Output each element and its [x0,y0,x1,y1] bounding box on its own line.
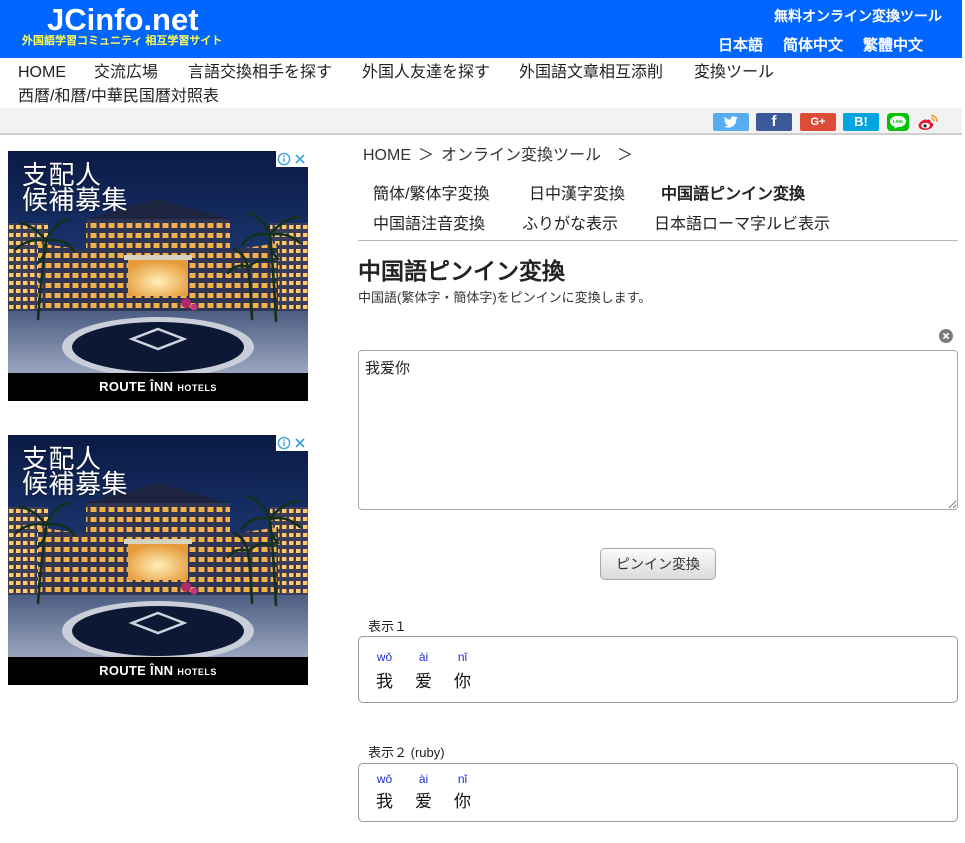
twitter-share-button[interactable] [713,113,749,131]
ad-choices-badge [276,151,308,167]
pinyin-result-box: wǒ 我 ài 爱 nǐ 你 [358,636,958,703]
tab-furigana[interactable]: ふりがな表示 [522,215,618,235]
google-plus-share-button[interactable]: G+ [800,113,836,131]
pinyin-token: ài 爱 [404,649,443,693]
clear-icon[interactable] [939,329,953,343]
facebook-icon: f [771,113,777,130]
close-icon[interactable] [292,435,308,451]
site-tagline: 外国語学習コミュニティ 相互学習サイト [22,35,223,47]
ruby-token: wǒ 我 [365,771,404,813]
pinyin-reading: ài [418,650,429,664]
tab-chinese-pinyin[interactable]: 中国語ピンイン変換 [661,185,805,205]
ad-headline-line: 候補募集 [22,186,129,216]
page-description: 中国語(繁体字・簡体字)をピンインに変換します。 [358,290,652,305]
language-japanese-link[interactable]: 日本語 [718,37,763,55]
hatena-bookmark-share-button[interactable]: B! [843,113,879,131]
site-header: JCinfo.net 外国語学習コミュニティ 相互学習サイト 無料オンライン変換… [0,0,962,58]
ad-brand-logo: ROUTE ÎNN [99,379,174,394]
breadcrumb-home[interactable]: HOME [363,146,411,166]
hatena-bookmark-icon: B! [854,114,868,129]
ad-brand-suffix: HOTELS [177,667,217,677]
ruby-base-character: 爱 [415,792,432,811]
share-bar: f G+ B! LINE [0,108,962,135]
ad-headline: 支配人 候補募集 [22,163,129,216]
ad-headline: 支配人 候補募集 [22,447,129,500]
site-logo[interactable]: JCinfo.net [47,3,199,37]
advertisement-banner[interactable]: 支配人 候補募集 ROUTE ÎNN HOTELS [8,151,308,401]
advertisement-banner[interactable]: 支配人 候補募集 ROUTE ÎNN HOTELS [8,435,308,685]
pinyin-reading: wǒ [376,650,393,664]
tab-romaji-ruby[interactable]: 日本語ローマ字ルビ表示 [654,215,830,235]
ad-brand-logo: ROUTE ÎNN [99,663,174,678]
info-icon[interactable] [276,435,292,451]
convert-to-pinyin-button[interactable]: ピンイン変換 [600,548,716,580]
hanzi-character: 爱 [415,672,432,691]
breadcrumb-separator: ＞ [418,147,435,164]
result-label: 表示２ (ruby) [368,745,445,760]
ruby-token: nǐ 你 [443,771,482,813]
page-title: 中国語ピンイン変換 [358,258,565,284]
twitter-icon [724,116,738,128]
weibo-icon [918,114,938,130]
nav-home[interactable]: HOME [18,63,66,83]
breadcrumb-online-tools[interactable]: オンライン変換ツール [441,146,601,166]
tab-japanese-chinese-kanji[interactable]: 日中漢字変換 [529,185,625,205]
line-share-button[interactable]: LINE [887,113,909,131]
svg-text:LINE: LINE [893,119,903,124]
breadcrumb-separator: ＞ [617,147,634,164]
nav-conversion-tools[interactable]: 変換ツール [694,63,774,83]
main-nav: HOME 交流広場 言語交換相手を探す 外国人友達を探す 外国語文章相互添削 変… [0,58,962,108]
ruby-result-box: wǒ 我 ài 爱 nǐ 你 [358,763,958,822]
tab-chinese-zhuyin[interactable]: 中国語注音変換 [373,215,485,235]
ruby-base-character: 我 [376,792,393,811]
pinyin-token: nǐ 你 [443,649,482,693]
ad-choices-badge [276,435,308,451]
nav-community[interactable]: 交流広場 [94,63,158,83]
close-icon[interactable] [292,151,308,167]
pinyin-token-row: wǒ 我 ài 爱 nǐ 你 [365,649,957,693]
result-label: 表示１ [368,619,408,634]
ruby-token-row: wǒ 我 ài 爱 nǐ 你 [365,771,957,813]
pinyin-reading: nǐ [457,650,468,664]
ruby-base-character: 你 [454,792,471,811]
ad-brand-bar: ROUTE ÎNN HOTELS [8,657,308,685]
ruby-annotation: nǐ [457,772,468,786]
free-online-tools-link[interactable]: 無料オンライン変換ツール [774,8,942,25]
nav-text-correction[interactable]: 外国語文章相互添削 [519,63,663,83]
ad-brand-bar: ROUTE ÎNN HOTELS [8,373,308,401]
ad-brand-suffix: HOTELS [177,383,217,393]
facebook-share-button[interactable]: f [756,113,792,131]
ruby-annotation: ài [418,772,429,786]
line-icon: LINE [890,115,906,129]
hanzi-character: 你 [454,672,471,691]
pinyin-token: wǒ 我 [365,649,404,693]
nav-language-exchange[interactable]: 言語交換相手を探す [188,63,332,83]
language-simplified-chinese-link[interactable]: 简体中文 [783,37,843,55]
weibo-share-button[interactable] [917,113,939,131]
tab-simplified-traditional[interactable]: 簡体/繁体字変換 [373,185,489,205]
language-traditional-chinese-link[interactable]: 繁體中文 [863,37,923,55]
nav-calendar-table[interactable]: 西暦/和暦/中華民国暦対照表 [18,87,219,107]
ruby-annotation: wǒ [376,772,393,786]
nav-find-friends[interactable]: 外国人友達を探す [362,63,490,83]
ruby-token: ài 爱 [404,771,443,813]
ad-headline-line: 候補募集 [22,470,129,500]
tabs-divider [358,240,958,241]
chinese-text-input[interactable]: 我爱你 [358,350,958,510]
info-icon[interactable] [276,151,292,167]
hanzi-character: 我 [376,672,393,691]
google-plus-icon: G+ [810,116,826,128]
